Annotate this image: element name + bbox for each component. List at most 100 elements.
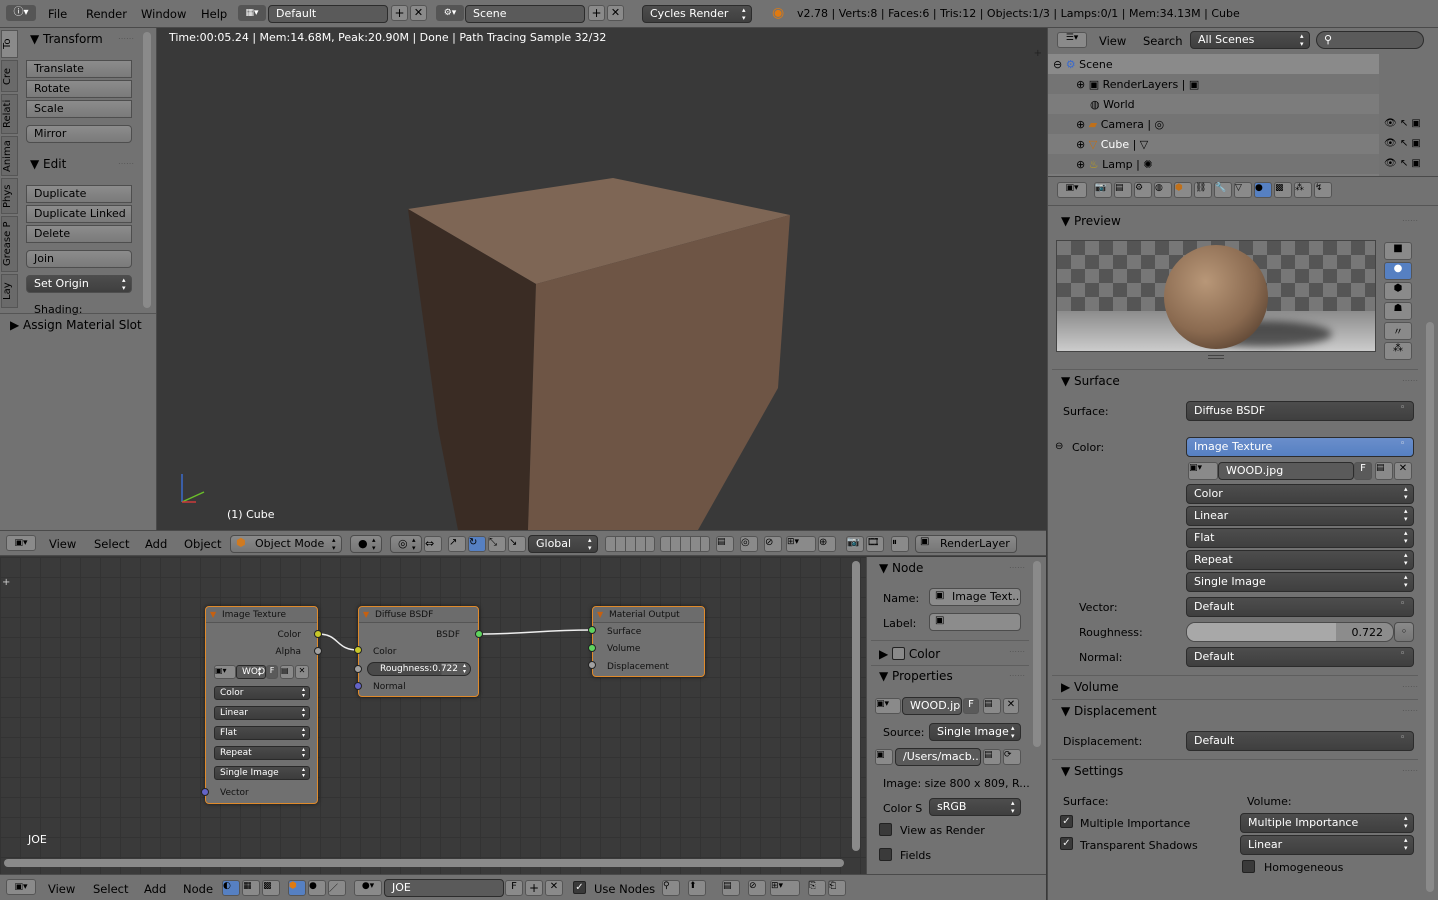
- render-anim-icon[interactable]: 🎞: [866, 536, 884, 552]
- properties-editor-icon[interactable]: ▣▾: [1057, 182, 1087, 198]
- socket-normal-in[interactable]: [354, 682, 362, 690]
- image-fake-user[interactable]: F: [1354, 462, 1372, 480]
- preview-sky-icon[interactable]: ⁂: [1384, 342, 1412, 360]
- node-image-fake-user[interactable]: F: [266, 665, 278, 679]
- edit-panel-header[interactable]: ▼ Edit: [30, 157, 66, 171]
- render-tab-icon[interactable]: 📷: [1094, 182, 1112, 198]
- particles-tab-icon[interactable]: ⁂: [1294, 182, 1312, 198]
- extension-select[interactable]: Repeat: [1186, 550, 1414, 570]
- node-h-scrollbar[interactable]: [4, 859, 844, 867]
- np-source-select[interactable]: Single Image: [929, 723, 1021, 741]
- normal-field[interactable]: Default: [1186, 647, 1414, 667]
- outliner-view-menu[interactable]: View: [1099, 34, 1126, 48]
- close-scene-icon[interactable]: ✕: [607, 5, 624, 21]
- node-parent-icon[interactable]: ⬆: [688, 880, 706, 896]
- outliner-item-renderlayers[interactable]: ⊕ ▣ RenderLayers | ▣: [1076, 78, 1199, 91]
- outliner-item-world[interactable]: ◍ World: [1090, 98, 1135, 111]
- socket-displacement-in[interactable]: [588, 661, 596, 669]
- viewport-add-menu[interactable]: Add: [145, 537, 167, 551]
- renderlayer-tab-icon[interactable]: ▤: [1114, 182, 1132, 198]
- transparent-shadows-checkbox[interactable]: ✓: [1060, 837, 1073, 850]
- fields-checkbox[interactable]: [879, 848, 892, 861]
- preview-monkey-icon[interactable]: ☗: [1384, 302, 1412, 320]
- assign-material-panel-header[interactable]: ▶ Assign Material Slot: [10, 318, 142, 332]
- render-still-icon[interactable]: 📷: [846, 536, 864, 552]
- node-roughness-slider[interactable]: Roughness: 0.722: [367, 662, 471, 676]
- view-as-render-checkbox[interactable]: [879, 823, 892, 836]
- node-add-menu[interactable]: Add: [144, 882, 166, 896]
- projection-select[interactable]: Flat: [1186, 528, 1414, 548]
- outliner-item-lamp[interactable]: ⊕ ♨ Lamp | ✺: [1076, 158, 1153, 171]
- node-interpolation-select[interactable]: Linear: [214, 706, 310, 720]
- interpolation-select[interactable]: Linear: [1186, 506, 1414, 526]
- preview-hair-icon[interactable]: 〃: [1384, 322, 1412, 340]
- snap-element-icon[interactable]: ⊞▾: [786, 536, 816, 552]
- linestyle-shader-icon[interactable]: ／: [328, 880, 346, 896]
- manip-translate-icon[interactable]: ↗: [448, 536, 466, 552]
- volume-sampling-select[interactable]: Multiple Importance: [1240, 813, 1414, 833]
- outliner-item-scene[interactable]: ⊖ ⚙ Scene: [1053, 58, 1113, 71]
- orientation-select[interactable]: Global: [528, 535, 598, 553]
- physics-tab-icon[interactable]: ↯: [1314, 182, 1332, 198]
- volume-interpolation-select[interactable]: Linear: [1240, 835, 1414, 855]
- proportional-icon[interactable]: ◎: [740, 536, 758, 552]
- texture-tree-icon[interactable]: ▩: [262, 880, 280, 896]
- np-image-fake-user[interactable]: F: [963, 698, 979, 714]
- shading-mode-icon[interactable]: ●: [350, 535, 382, 553]
- material-output-node[interactable]: Material Output Surface Volume Displacem…: [592, 606, 705, 677]
- duplicate-button[interactable]: Duplicate: [26, 185, 132, 203]
- cube-visibility-icon[interactable]: 👁 ↖ ▣: [1384, 138, 1421, 149]
- image-texture-node[interactable]: Image Texture Color Alpha ▣▾ WOO F ▤ ✕ C…: [205, 606, 318, 804]
- object-tab-icon[interactable]: ⬢: [1174, 182, 1192, 198]
- color-space-select[interactable]: Color: [1186, 484, 1414, 504]
- tool-scrollbar[interactable]: [143, 32, 151, 308]
- mirror-button[interactable]: Mirror: [26, 125, 132, 143]
- color-panel-header[interactable]: ▶ Color: [879, 645, 940, 661]
- homogeneous-checkbox[interactable]: [1242, 860, 1255, 873]
- layers-grid-1-icon[interactable]: [605, 536, 655, 552]
- tab-animation[interactable]: Anima: [1, 136, 18, 176]
- image-unlink-icon[interactable]: ✕: [1394, 462, 1412, 480]
- surface-panel-header[interactable]: ▼ Surface: [1061, 374, 1120, 388]
- node-node-menu[interactable]: Node: [183, 882, 213, 896]
- editor-type-icon[interactable]: ▣▾: [6, 535, 36, 551]
- layers-grid-2-icon[interactable]: [660, 536, 710, 552]
- node-paste-icon[interactable]: ⎗: [828, 880, 846, 896]
- node-editor-type-icon[interactable]: ▣▾: [6, 879, 36, 895]
- tab-tools[interactable]: To: [1, 30, 18, 58]
- np-image-open-icon[interactable]: ▤: [983, 698, 1001, 714]
- socket-volume-in[interactable]: [588, 644, 596, 652]
- volume-panel-header[interactable]: ▶ Volume: [1061, 680, 1119, 694]
- node-color-space-select[interactable]: Color: [214, 686, 310, 700]
- np-image-name[interactable]: WOOD.jp: [902, 697, 962, 715]
- material-fake-user[interactable]: F: [505, 880, 523, 896]
- manip-scale-icon[interactable]: ⤡: [488, 536, 506, 552]
- properties-panel-header[interactable]: ▼ Properties: [879, 669, 953, 683]
- object-shader-icon[interactable]: ⬢: [288, 880, 306, 896]
- node-view-menu[interactable]: View: [48, 882, 75, 896]
- image-open-icon[interactable]: ▤: [1375, 462, 1393, 480]
- material-name-field[interactable]: JOE: [384, 879, 504, 897]
- color-collapse-icon[interactable]: ⊖: [1055, 441, 1063, 452]
- diffuse-bsdf-node[interactable]: Diffuse BSDF BSDF Color Roughness:0.722 …: [358, 606, 479, 697]
- surface-shader-field[interactable]: Diffuse BSDF: [1186, 401, 1414, 421]
- render-engine-select[interactable]: Cycles Render: [642, 5, 752, 23]
- delete-button[interactable]: Delete: [26, 225, 132, 243]
- scale-button[interactable]: Scale: [26, 100, 132, 118]
- node-panel-header[interactable]: ▼ Node: [879, 561, 923, 575]
- duplicate-linked-button[interactable]: Duplicate Linked: [26, 205, 132, 223]
- viewport-object-menu[interactable]: Object: [184, 537, 221, 551]
- manip-extra-icon[interactable]: ↘: [508, 536, 526, 552]
- render-layer-field[interactable]: RenderLayer: [915, 535, 1017, 553]
- outliner-search-input[interactable]: ⚲: [1316, 31, 1424, 49]
- np-scrollbar[interactable]: [1033, 561, 1041, 747]
- object-mode-select[interactable]: Object Mode: [230, 535, 342, 553]
- displacement-field[interactable]: Default: [1186, 731, 1414, 751]
- pivot-icon[interactable]: ◎: [390, 535, 422, 553]
- modifier-tab-icon[interactable]: 🔧: [1214, 182, 1232, 198]
- diffuse-node-title[interactable]: Diffuse BSDF: [359, 607, 478, 623]
- socket-color-out[interactable]: [314, 630, 322, 638]
- camera-visibility-icon[interactable]: 👁 ↖ ▣: [1384, 118, 1421, 129]
- np-reload-icon[interactable]: ⟳: [1003, 749, 1021, 765]
- set-origin-select[interactable]: Set Origin: [26, 275, 132, 293]
